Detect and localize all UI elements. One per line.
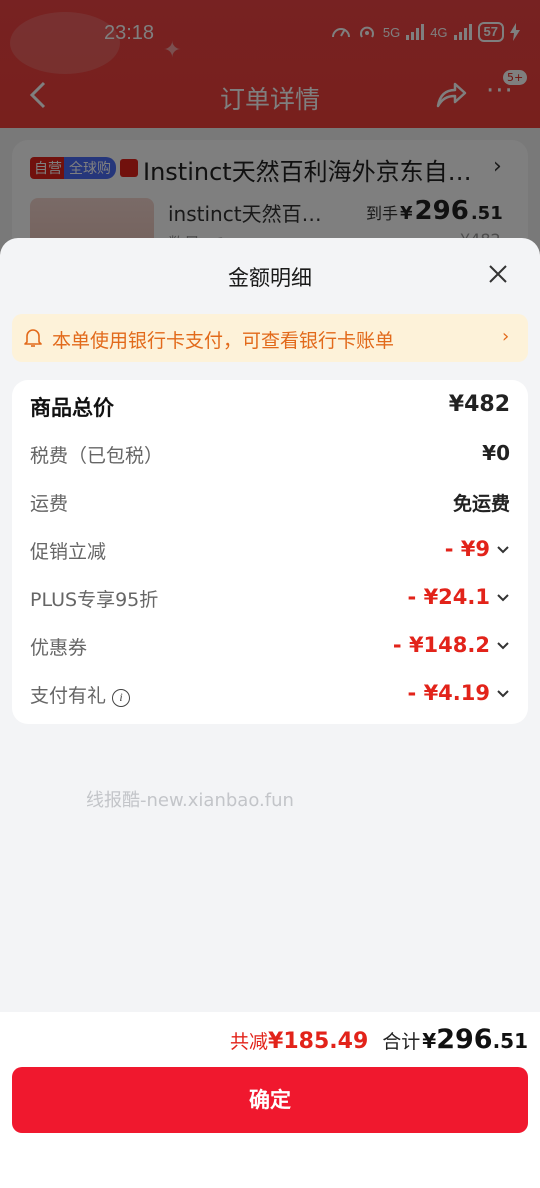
notice-text: 本单使用银行卡支付，可查看银行卡账单: [52, 330, 395, 352]
row-value: - ¥9: [444, 537, 490, 561]
row-value: - ¥148.2: [392, 633, 490, 657]
row-label: PLUS专享95折: [30, 589, 159, 611]
summary-line: 共减 ¥185.49 合计 ¥ 296 .51: [230, 1024, 528, 1055]
price-breakdown-card: 商品总价 ¥482 税费（已包税） ¥0 运费 免运费 促销立减 - ¥9 PL…: [12, 380, 528, 724]
total-label: 合计: [382, 1031, 421, 1053]
row-value: - ¥4.19: [407, 681, 490, 705]
confirm-button[interactable]: 确定: [12, 1067, 528, 1133]
row-label: 支付有礼: [30, 685, 107, 707]
row-payment-gift[interactable]: 支付有礼 i - ¥4.19: [30, 681, 510, 711]
row-goods-total: 商品总价 ¥482: [30, 392, 510, 422]
bank-card-notice[interactable]: 本单使用银行卡支付，可查看银行卡账单 ›: [12, 314, 528, 362]
watermark-text: 线报酷-new.xianbao.fun: [86, 790, 294, 811]
row-value: - ¥24.1: [407, 585, 490, 609]
chevron-down-icon[interactable]: [496, 687, 510, 701]
total-savings-label: 共减: [230, 1031, 269, 1053]
row-promotion[interactable]: 促销立减 - ¥9: [30, 537, 510, 567]
row-label: 税费（已包税）: [30, 445, 164, 467]
row-value: ¥0: [482, 441, 510, 465]
row-label: 优惠券: [30, 637, 88, 659]
row-label-wrap: 支付有礼 i: [30, 681, 131, 708]
chevron-down-icon[interactable]: [496, 591, 510, 605]
close-icon[interactable]: [486, 262, 510, 286]
row-shipping: 运费 免运费: [30, 489, 510, 519]
info-icon[interactable]: i: [112, 689, 131, 707]
chevron-right-icon: ›: [502, 326, 510, 347]
bell-icon: [24, 329, 42, 347]
total-savings-value: ¥185.49: [268, 1029, 369, 1054]
sheet-footer: 共减 ¥185.49 合计 ¥ 296 .51 确定: [0, 1012, 540, 1188]
total-int: 296: [436, 1024, 493, 1055]
amount-detail-sheet: 金额明细 本单使用银行卡支付，可查看银行卡账单 › 商品总价 ¥482 税费（已…: [0, 238, 540, 1188]
row-label: 商品总价: [30, 396, 114, 420]
row-value: ¥482: [448, 392, 510, 417]
row-tax: 税费（已包税） ¥0: [30, 441, 510, 471]
chevron-down-icon[interactable]: [496, 543, 510, 557]
sheet-title: 金额明细: [228, 266, 312, 290]
row-label: 促销立减: [30, 541, 107, 563]
total-yen: ¥: [422, 1029, 437, 1053]
chevron-down-icon[interactable]: [496, 639, 510, 653]
row-coupon[interactable]: 优惠券 - ¥148.2: [30, 633, 510, 663]
row-plus-discount[interactable]: PLUS专享95折 - ¥24.1: [30, 585, 510, 615]
row-label: 运费: [30, 493, 69, 515]
row-value: 免运费: [452, 493, 510, 515]
total-dec: .51: [492, 1029, 528, 1053]
